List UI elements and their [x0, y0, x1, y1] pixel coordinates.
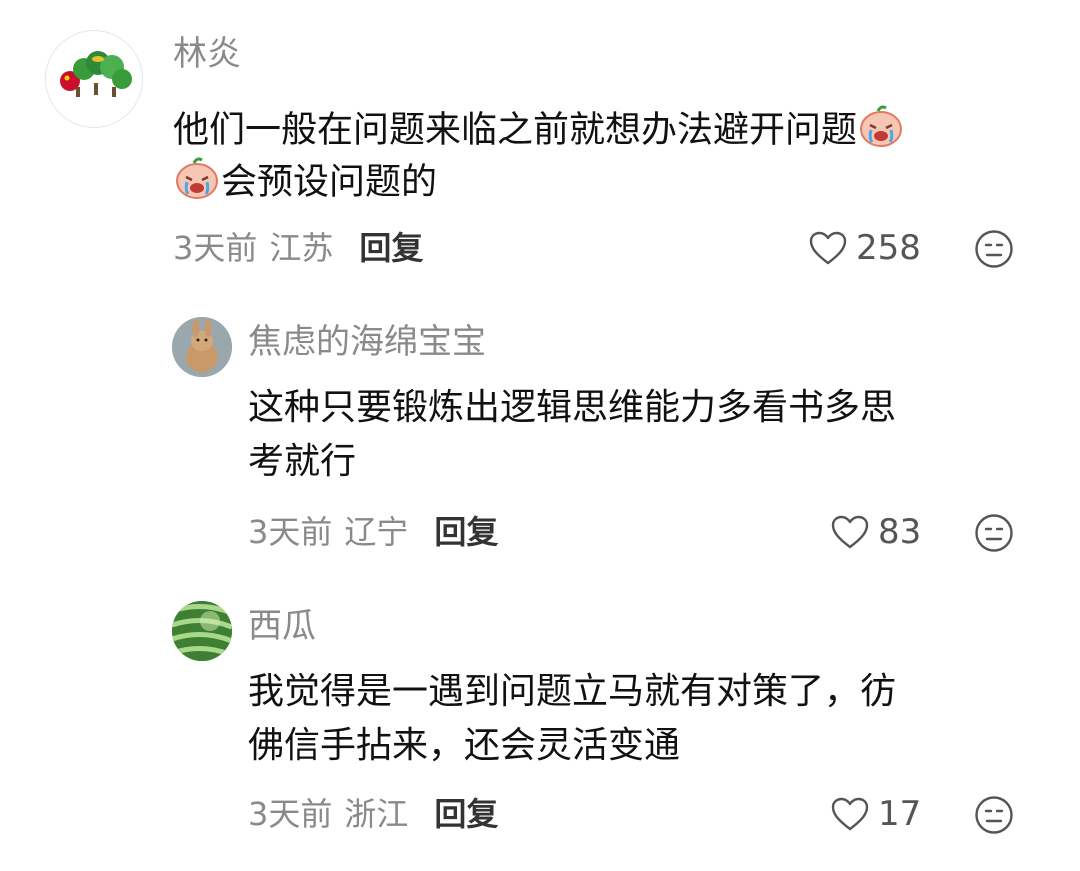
comment-meta: 3天前 浙江 回复 [248, 794, 498, 834]
neutral-face-icon[interactable] [974, 229, 1014, 273]
comment-item: 林炎 他们一般在问题来临之前就想办法避开问题 会预设问题的 3天前江苏回复 [0, 0, 1080, 290]
comment-meta: 3天前 辽宁 回复 [248, 512, 498, 552]
comment-time: 3天前 [248, 513, 333, 551]
caterpillar-avatar[interactable] [45, 30, 143, 128]
username[interactable]: 西瓜 [248, 606, 316, 646]
crying-face-emoji [858, 104, 904, 159]
like-count: 258 [856, 228, 921, 268]
comment-time: 3天前 [248, 795, 333, 833]
like-button[interactable]: 83 [830, 512, 921, 552]
comment-time: 3天前 [173, 229, 258, 267]
reply-button[interactable]: 回复 [434, 513, 498, 551]
like-button[interactable]: 258 [808, 228, 921, 268]
like-button[interactable]: 17 [830, 794, 921, 834]
heart-outline-icon [831, 515, 869, 549]
comment-text: 这种只要锻炼出逻辑思维能力多看书多思 [248, 387, 897, 428]
heart-outline-icon [831, 797, 869, 831]
comment-location: 辽宁 [344, 513, 409, 551]
comment-text: 我觉得是一遇到问题立马就有对策了，彷 [248, 671, 897, 712]
comment-text: 考就行 [248, 441, 357, 482]
comment-item: 焦虑的海绵宝宝 这种只要锻炼出逻辑思维能力多看书多思 考就行 3天前 辽宁 回复 8… [0, 290, 1080, 580]
crying-face-emoji [174, 156, 220, 211]
neutral-face-icon[interactable] [974, 795, 1014, 839]
comment-text-line: 他们一般在问题来临之前就想办法避开问题 [173, 104, 905, 159]
username[interactable]: 林炎 [173, 34, 241, 74]
comment-location: 江苏 [269, 229, 334, 267]
neutral-face-icon[interactable] [974, 513, 1014, 557]
username[interactable]: 焦虑的海绵宝宝 [248, 322, 486, 362]
rabbit-avatar[interactable] [172, 317, 232, 377]
reply-button[interactable]: 回复 [434, 795, 498, 833]
watermelon-avatar[interactable] [172, 601, 232, 661]
like-count: 17 [878, 794, 922, 834]
like-count: 83 [878, 512, 922, 552]
reply-button[interactable]: 回复 [359, 229, 423, 267]
comment-location: 浙江 [344, 795, 409, 833]
comment-text: 会预设问题的 [221, 161, 438, 203]
heart-outline-icon [809, 231, 847, 265]
comment-item: 西瓜 我觉得是一遇到问题立马就有对策了，彷 佛信手拈来，还会灵活变通 3天前 浙江… [0, 580, 1080, 871]
comment-meta: 3天前 江苏 回复 [173, 228, 423, 268]
comment-text-line: 会预设问题的 [173, 156, 437, 211]
comment-text: 佛信手拈来，还会灵活变通 [248, 725, 681, 766]
comment-text: 他们一般在问题来临之前就想办法避开问题 [173, 109, 858, 151]
